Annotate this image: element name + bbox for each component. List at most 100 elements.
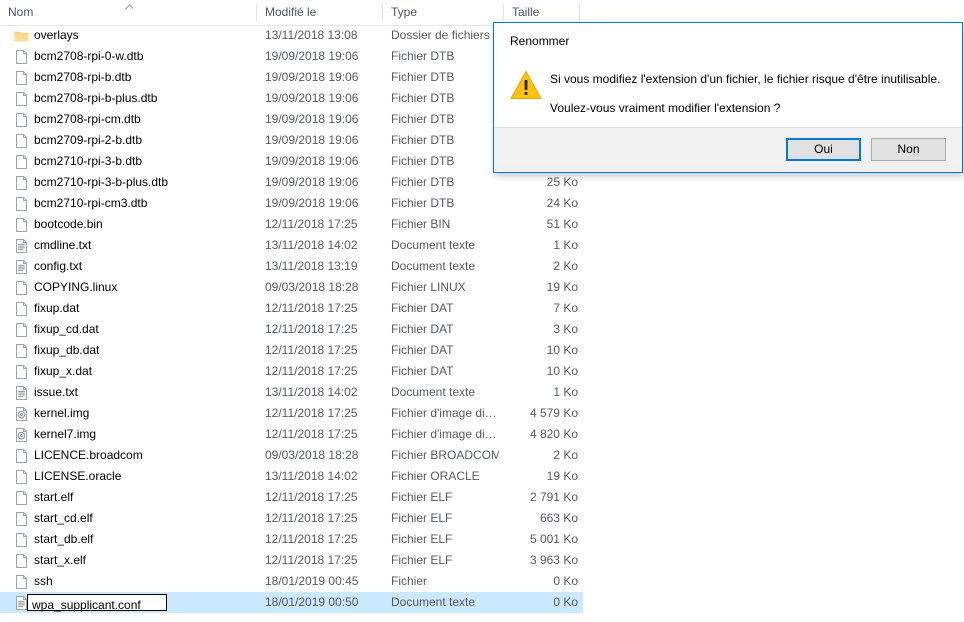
file-name-label: kernel7.img — [34, 427, 97, 441]
cell-size: 25 Ko — [546, 175, 578, 189]
cell-modified-date: 12/11/2018 17:25 — [265, 364, 358, 378]
file-icon — [14, 49, 29, 65]
rename-input[interactable] — [28, 598, 166, 613]
cell-type: Fichier ELF — [391, 553, 453, 567]
cell-size: 19 Ko — [546, 469, 578, 483]
cell-type: Fichier d'image di… — [391, 406, 497, 420]
table-row[interactable]: ssh 18/01/2019 00:45 Fichier 0 Ko — [0, 571, 583, 592]
cell-modified-date: 19/09/2018 19:06 — [265, 91, 359, 105]
cell-size: 2 791 Ko — [529, 490, 578, 504]
table-row[interactable]: start_db.elf 12/11/2018 17:25 Fichier ELF 5… — [0, 529, 583, 550]
cell-modified-date: 13/11/2018 14:02 — [265, 385, 358, 399]
table-row[interactable]: config.txt 13/11/2018 13:19 Document texte… — [0, 256, 583, 277]
cell-name[interactable]: start_cd.elf — [0, 508, 257, 529]
file-name-label: bcm2710-rpi-cm3.dtb — [34, 196, 148, 210]
cell-name[interactable]: issue.txt — [0, 382, 257, 403]
file-icon — [14, 364, 29, 380]
cell-name[interactable]: LICENCE.broadcom — [0, 445, 257, 466]
cell-name[interactable]: bcm2710-rpi-3-b.dtb — [0, 151, 257, 172]
cell-type: Document texte — [391, 385, 476, 399]
cell-type: Fichier d'image di… — [391, 427, 497, 441]
cell-name[interactable]: start_x.elf — [0, 550, 257, 571]
cell-type: Fichier DAT — [391, 343, 454, 357]
file-icon — [14, 448, 29, 464]
cell-name[interactable]: config.txt — [0, 256, 257, 277]
table-row[interactable]: LICENCE.broadcom 09/03/2018 18:28 Fichier … — [0, 445, 583, 466]
column-header-date-label: Modifié le — [265, 5, 317, 19]
table-row[interactable]: 18/01/2019 00:50 Document texte 0 Ko — [0, 592, 583, 613]
cell-type: Fichier DTB — [391, 196, 455, 210]
cell-name[interactable]: fixup.dat — [0, 298, 257, 319]
table-row[interactable]: issue.txt 13/11/2018 14:02 Document texte 1… — [0, 382, 583, 403]
cell-name[interactable]: fixup_cd.dat — [0, 319, 257, 340]
cell-name[interactable]: COPYING.linux — [0, 277, 257, 298]
table-row[interactable]: fixup.dat 12/11/2018 17:25 Fichier DAT 7 Ko — [0, 298, 583, 319]
cell-name[interactable]: bcm2710-rpi-cm3.dtb — [0, 193, 257, 214]
cell-modified-date: 12/11/2018 17:25 — [265, 322, 358, 336]
table-row[interactable]: start.elf 12/11/2018 17:25 Fichier ELF 2 79… — [0, 487, 583, 508]
cell-modified-date: 19/09/2018 19:06 — [265, 196, 359, 210]
column-header-size-label: Taille — [512, 5, 540, 19]
warning-triangle-icon — [510, 70, 542, 100]
table-row[interactable]: cmdline.txt 13/11/2018 14:02 Document text… — [0, 235, 583, 256]
cell-type: Fichier BIN — [391, 217, 451, 231]
cell-modified-date: 09/03/2018 18:28 — [265, 448, 359, 462]
column-header-type[interactable]: Type — [383, 0, 504, 25]
cancel-no-button[interactable]: Non — [871, 138, 946, 161]
cell-name[interactable]: start.elf — [0, 487, 257, 508]
table-row[interactable]: LICENSE.oracle 13/11/2018 14:02 Fichier OR… — [0, 466, 583, 487]
table-row[interactable]: fixup_db.dat 12/11/2018 17:25 Fichier DAT 1… — [0, 340, 583, 361]
file-name-label: start_db.elf — [34, 532, 94, 546]
cell-name[interactable]: cmdline.txt — [0, 235, 257, 256]
column-header-date[interactable]: Modifié le — [257, 0, 383, 25]
cell-type: Fichier DTB — [391, 91, 455, 105]
rename-input-box[interactable] — [27, 594, 167, 613]
file-icon — [14, 112, 29, 128]
cell-modified-date: 12/11/2018 17:25 — [265, 406, 358, 420]
cell-type: Fichier DTB — [391, 154, 455, 168]
cell-size: 0 Ko — [553, 574, 578, 588]
cell-name[interactable]: bcm2708-rpi-0-w.dtb — [0, 46, 257, 67]
table-row[interactable]: bootcode.bin 12/11/2018 17:25 Fichier BIN 5… — [0, 214, 583, 235]
cell-modified-date: 12/11/2018 17:25 — [265, 511, 358, 525]
cell-name[interactable]: start_db.elf — [0, 529, 257, 550]
column-divider[interactable] — [579, 4, 580, 21]
cell-name[interactable]: bcm2710-rpi-3-b-plus.dtb — [0, 172, 257, 193]
cell-name[interactable]: overlays — [0, 25, 257, 46]
dialog-message-line-2: Voulez-vous vraiment modifier l'extensio… — [550, 101, 781, 115]
file-icon — [14, 574, 29, 590]
cell-name[interactable]: bcm2708-rpi-cm.dtb — [0, 109, 257, 130]
table-row[interactable]: fixup_x.dat 12/11/2018 17:25 Fichier DAT 10… — [0, 361, 583, 382]
cell-type: Fichier DTB — [391, 49, 455, 63]
table-row[interactable]: kernel7.img 12/11/2018 17:25 Fichier d'ima… — [0, 424, 583, 445]
cell-name[interactable]: bcm2709-rpi-2-b.dtb — [0, 130, 257, 151]
table-row[interactable]: start_cd.elf 12/11/2018 17:25 Fichier ELF 6… — [0, 508, 583, 529]
file-icon — [14, 154, 29, 170]
table-row[interactable]: bcm2710-rpi-3-b-plus.dtb 19/09/2018 19:06… — [0, 172, 583, 193]
file-name-label: LICENSE.oracle — [34, 469, 122, 483]
table-row[interactable]: bcm2710-rpi-cm3.dtb 19/09/2018 19:06 Fichi… — [0, 193, 583, 214]
table-row[interactable]: start_x.elf 12/11/2018 17:25 Fichier ELF 3 … — [0, 550, 583, 571]
confirm-yes-button[interactable]: Oui — [786, 138, 861, 161]
file-name-label: ssh — [34, 574, 53, 588]
cell-modified-date: 18/01/2019 00:45 — [265, 574, 359, 588]
cell-modified-date: 19/09/2018 19:06 — [265, 70, 359, 84]
table-row[interactable]: kernel.img 12/11/2018 17:25 Fichier d'imag… — [0, 403, 583, 424]
cell-name[interactable]: fixup_db.dat — [0, 340, 257, 361]
file-name-label: bcm2710-rpi-3-b-plus.dtb — [34, 175, 169, 189]
column-header-type-label: Type — [391, 5, 418, 19]
cell-name[interactable]: kernel.img — [0, 403, 257, 424]
file-icon — [14, 91, 29, 107]
cell-name[interactable] — [0, 592, 257, 613]
cell-name[interactable]: LICENSE.oracle — [0, 466, 257, 487]
cell-name[interactable]: bcm2708-rpi-b-plus.dtb — [0, 88, 257, 109]
cell-size: 19 Ko — [546, 280, 578, 294]
cell-modified-date: 12/11/2018 17:25 — [265, 301, 358, 315]
cell-name[interactable]: ssh — [0, 571, 257, 592]
cell-name[interactable]: kernel7.img — [0, 424, 257, 445]
cell-name[interactable]: fixup_x.dat — [0, 361, 257, 382]
table-row[interactable]: fixup_cd.dat 12/11/2018 17:25 Fichier DAT 3… — [0, 319, 583, 340]
table-row[interactable]: COPYING.linux 09/03/2018 18:28 Fichier LIN… — [0, 277, 583, 298]
cell-name[interactable]: bcm2708-rpi-b.dtb — [0, 67, 257, 88]
cell-name[interactable]: bootcode.bin — [0, 214, 257, 235]
